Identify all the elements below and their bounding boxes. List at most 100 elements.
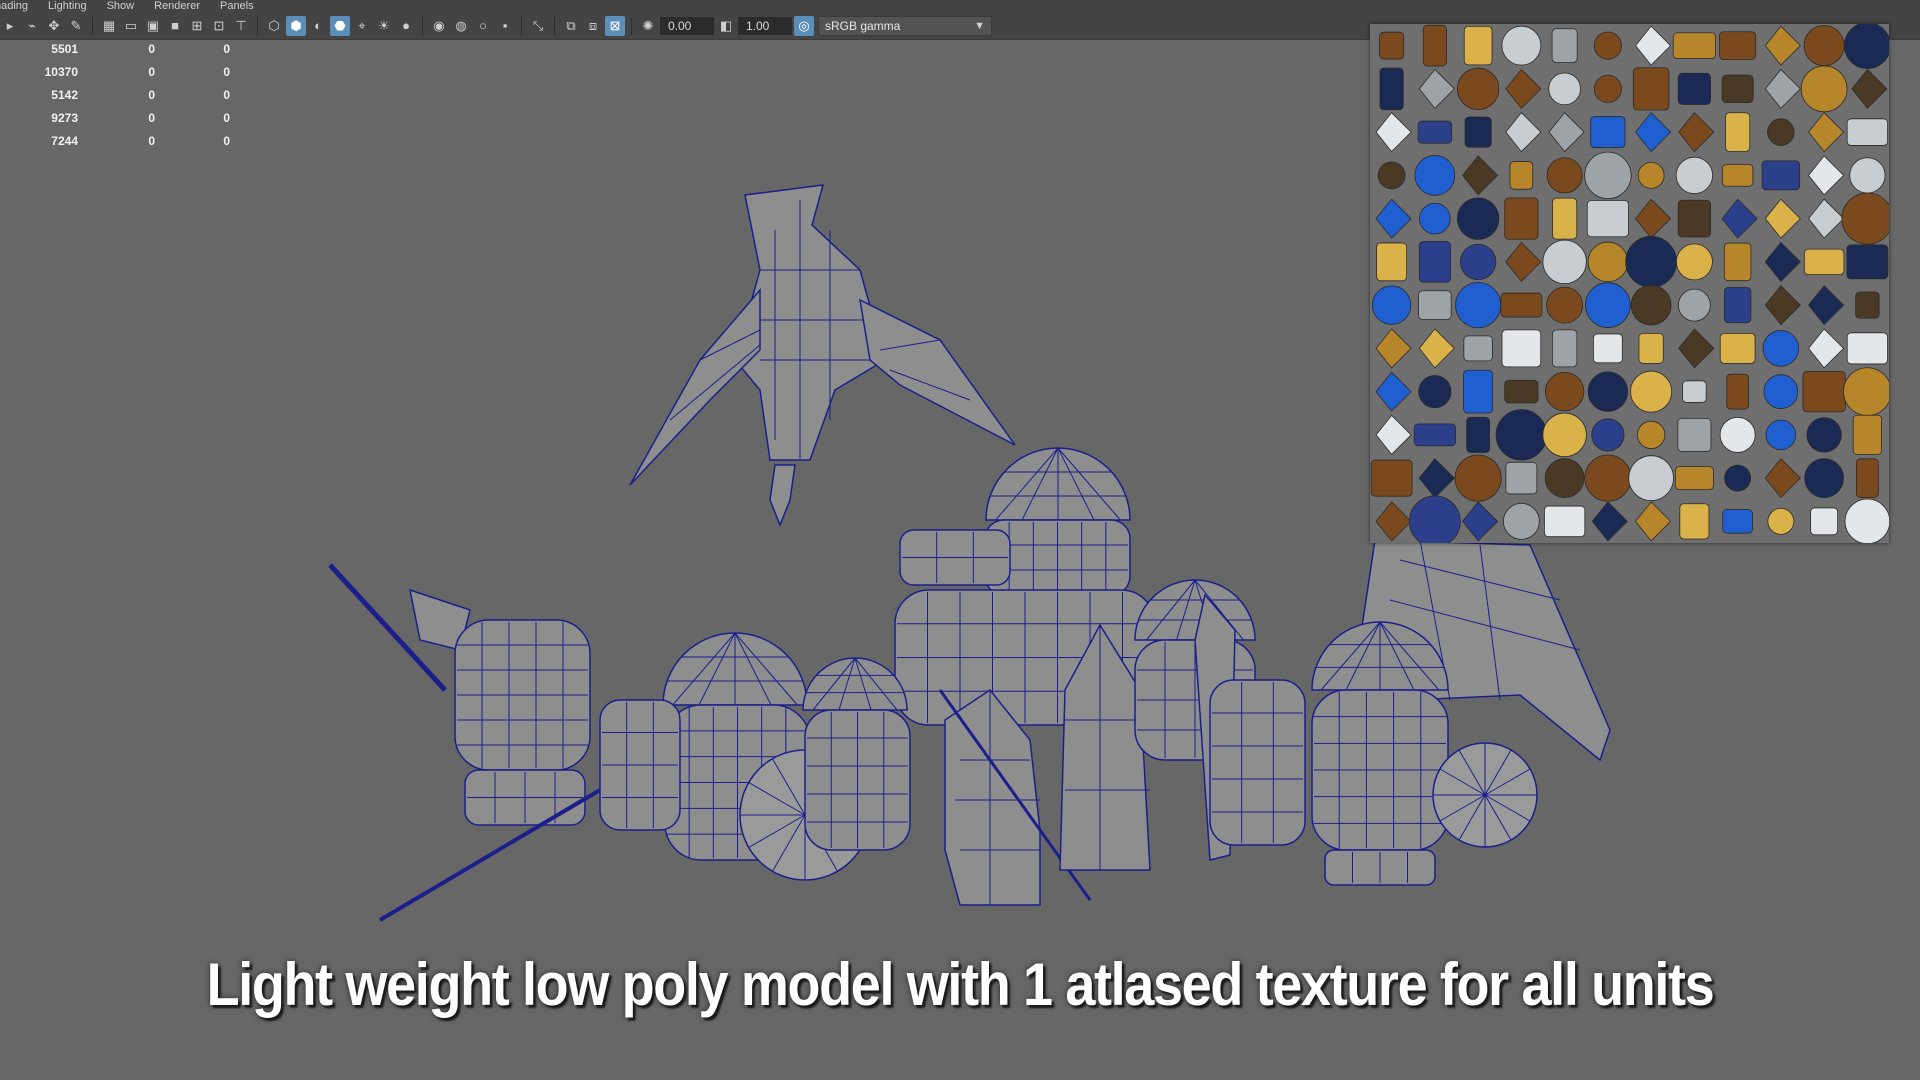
uv-island (1371, 285, 1412, 325)
uv-island (1638, 332, 1664, 364)
knight-second-body (804, 709, 911, 851)
brush-icon[interactable]: ✎ (66, 16, 86, 36)
uv-island (1846, 332, 1888, 365)
toolbar-divider (257, 16, 258, 35)
uv-island (1761, 160, 1801, 191)
uv-island (1806, 417, 1842, 453)
resolution-gate-icon[interactable]: ▣ (143, 16, 163, 36)
uv-island (1843, 24, 1889, 70)
film-gate-icon[interactable]: ▭ (121, 16, 141, 36)
uv-island (1418, 290, 1452, 320)
uv-island (1677, 288, 1711, 322)
xray-icon[interactable]: ⌖ (352, 16, 372, 36)
menu-item[interactable]: Panels (220, 0, 254, 12)
paint-select-icon[interactable]: ✥ (44, 16, 64, 36)
anti-alias-icon[interactable]: ○ (473, 16, 493, 36)
knight-left-body (454, 619, 591, 771)
knight-right-front (1209, 679, 1306, 846)
gate-mask-icon[interactable]: ■ (165, 16, 185, 36)
menu-item[interactable]: Lighting (48, 0, 87, 12)
uv-island (1841, 192, 1889, 245)
field-chart-icon[interactable]: ⊞ (187, 16, 207, 36)
texture-atlas (1370, 24, 1889, 543)
uv-island (1544, 505, 1586, 538)
smooth-shade-icon[interactable]: ⬢ (286, 15, 306, 36)
uv-island (1501, 329, 1542, 368)
uv-island (1803, 25, 1845, 67)
menu-item[interactable]: Show (107, 0, 135, 12)
safe-title-icon[interactable]: ⊤ (231, 16, 251, 36)
uv-island (1675, 243, 1713, 281)
select-icon[interactable]: ▸ (0, 16, 20, 36)
color-management-icon[interactable]: ◎ (794, 15, 814, 36)
ambient-occlusion-icon[interactable]: ◉ (429, 16, 449, 36)
uv-island (1456, 197, 1500, 240)
uv-island (1414, 155, 1456, 196)
grid-icon[interactable]: ▦ (99, 16, 119, 36)
dragon-wing-left (629, 287, 761, 486)
default-material-icon[interactable]: ◐ (308, 16, 328, 36)
uv-island (1585, 282, 1631, 328)
uv-island (1855, 458, 1879, 498)
uv-island (1855, 291, 1880, 319)
uv-island (1632, 67, 1670, 111)
uv-island (1376, 242, 1408, 282)
uv-island (1379, 31, 1405, 60)
xray-active-icon[interactable]: ⧉ (561, 16, 581, 36)
uv-island (1719, 416, 1756, 453)
color-space-label: sRGB gamma (825, 18, 901, 33)
exposure-icon[interactable]: ✺ (638, 16, 658, 36)
uv-island (1552, 197, 1578, 240)
menu-bar: hading Lighting Show Renderer Panels (0, 0, 1920, 12)
uv-island (1454, 454, 1502, 502)
uv-island (1726, 373, 1749, 410)
toolbar-divider (631, 16, 632, 35)
uv-island (1800, 65, 1848, 113)
xray-joints-icon[interactable]: ⤡ (528, 16, 548, 36)
wireframe-icon[interactable]: ⬡ (264, 16, 284, 36)
lasso-icon[interactable]: ⌁ (22, 16, 42, 36)
lights-icon[interactable]: ☀ (374, 16, 394, 36)
shadows-icon[interactable]: ● (396, 16, 416, 36)
mesh-body (859, 298, 1016, 446)
uv-island (1719, 31, 1757, 60)
uv-island (1677, 199, 1711, 238)
uv-island (1542, 412, 1587, 458)
color-management-toggle-icon[interactable]: ⊠ (605, 15, 625, 36)
uv-island (1546, 157, 1583, 194)
uv-island (1593, 31, 1622, 60)
wireframe-on-shaded-icon[interactable]: ⬣ (330, 15, 350, 36)
uv-island (1677, 72, 1711, 105)
gamma-icon[interactable]: ◧ (716, 16, 736, 36)
uv-island (1542, 239, 1587, 285)
uv-island (1463, 25, 1493, 66)
dropdown-arrow-icon: ▼ (974, 19, 985, 32)
safe-action-icon[interactable]: ⊡ (209, 16, 229, 36)
round-shield-right (1432, 742, 1538, 848)
uv-island (1418, 241, 1451, 283)
dragon-wing-right (859, 298, 1016, 446)
uv-island (1844, 498, 1889, 543)
color-space-dropdown[interactable]: sRGB gamma ▼ (818, 15, 992, 36)
uv-island (1504, 379, 1539, 404)
knight-front-shield-arm (599, 699, 681, 831)
uv-island (1463, 369, 1494, 414)
menu-item[interactable]: Renderer (154, 0, 200, 12)
uv-island (1767, 118, 1795, 146)
uv-island (1763, 374, 1799, 409)
menu-item[interactable]: hading (0, 0, 28, 12)
camera-attr-icon[interactable]: ⧈ (583, 16, 603, 36)
dragon-tail-tip (769, 464, 796, 528)
caption: Light weight low poly model with 1 atlas… (206, 951, 1715, 1018)
uv-island (1584, 151, 1632, 200)
uv-island (1587, 371, 1629, 412)
uv-island (1590, 116, 1626, 149)
uv-island (1674, 466, 1714, 491)
exposure-field[interactable]: 0.00 (660, 16, 714, 35)
toolbar-divider (521, 16, 522, 35)
uv-island (1413, 423, 1456, 447)
isolate-select-icon[interactable]: ▪ (495, 16, 515, 36)
mesh-body (1134, 579, 1256, 641)
gamma-field[interactable]: 1.00 (738, 16, 792, 35)
motion-blur-icon[interactable]: ◍ (451, 16, 471, 36)
